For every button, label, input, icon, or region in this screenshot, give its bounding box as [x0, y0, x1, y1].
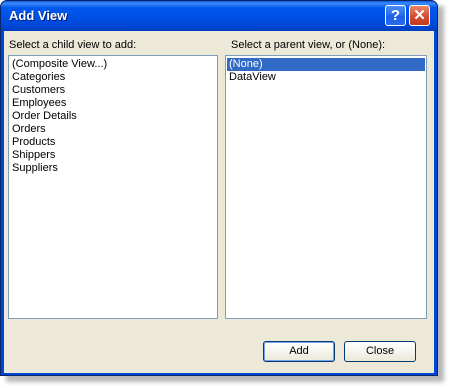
list-item[interactable]: DataView [227, 71, 425, 84]
list-item[interactable]: Suppliers [10, 162, 216, 175]
help-icon[interactable]: ? [385, 5, 406, 26]
list-item[interactable]: Customers [10, 84, 216, 97]
list-item[interactable]: Orders [10, 123, 216, 136]
close-icon[interactable]: ✕ [409, 5, 430, 26]
title-bar[interactable]: Add View ? ✕ [1, 1, 437, 31]
add-view-dialog: Add View ? ✕ Select a child view to add:… [0, 0, 438, 376]
list-item[interactable]: Employees [10, 97, 216, 110]
parent-list-label: Select a parent view, or (None): [231, 39, 386, 51]
child-list-label: Select a child view to add: [9, 39, 137, 51]
dialog-body: Select a child view to add: (Composite V… [4, 31, 434, 373]
list-item[interactable]: Order Details [10, 110, 216, 123]
list-item-selected[interactable]: (None) [227, 58, 425, 71]
child-view-list[interactable]: (Composite View...) Categories Customers… [8, 55, 218, 319]
list-item[interactable]: (Composite View...) [10, 58, 216, 71]
close-button[interactable]: Close [344, 341, 416, 362]
list-item[interactable]: Categories [10, 71, 216, 84]
list-item[interactable]: Products [10, 136, 216, 149]
parent-view-list[interactable]: (None) DataView [225, 55, 427, 319]
list-item[interactable]: Shippers [10, 149, 216, 162]
dialog-title: Add View [9, 8, 68, 23]
add-button[interactable]: Add [263, 341, 335, 362]
